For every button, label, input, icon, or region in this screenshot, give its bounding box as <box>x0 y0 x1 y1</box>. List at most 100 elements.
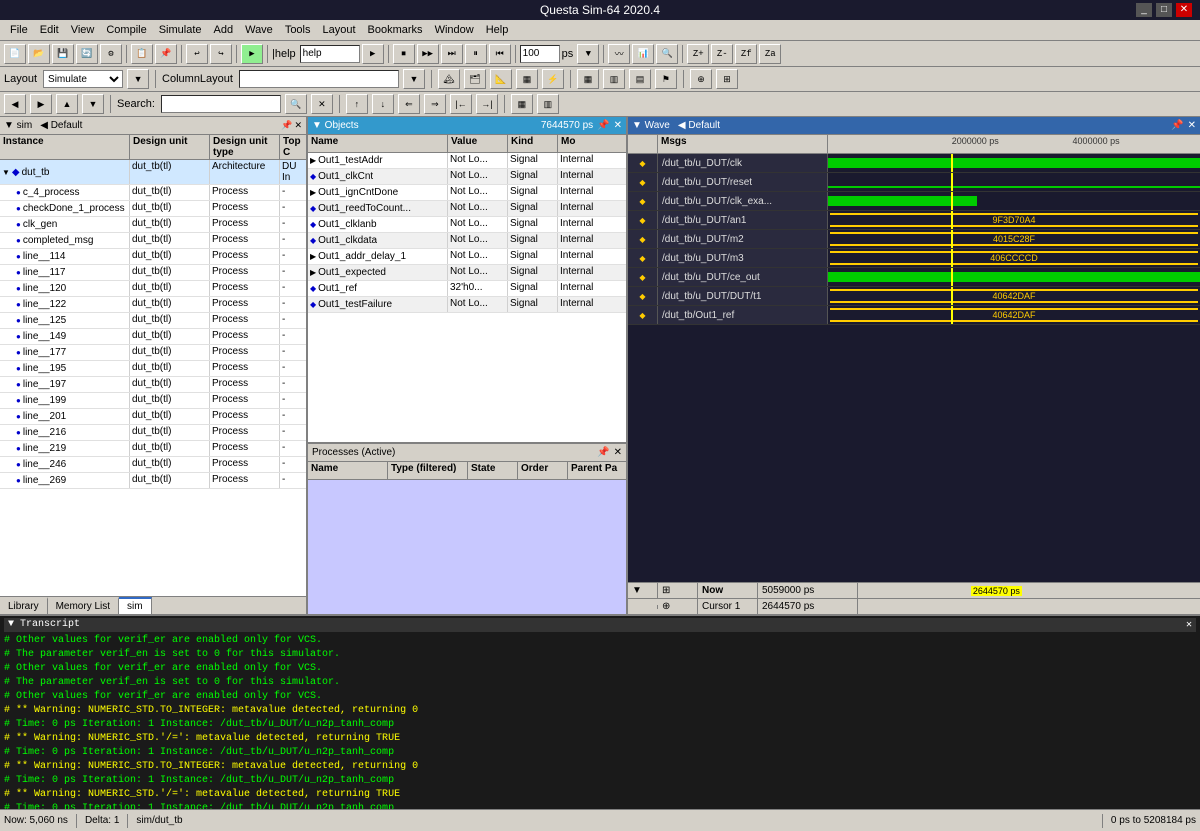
tb-save-btn[interactable]: 💾 <box>52 44 74 64</box>
objects-pin-icon[interactable]: 📌 <box>597 120 609 131</box>
search-extra2[interactable]: ▥ <box>537 94 559 114</box>
sim-row-12[interactable]: ● line__197 dut_tb(tl) Process - <box>0 377 306 393</box>
tb-redo-btn[interactable]: ↪ <box>210 44 232 64</box>
obj-row-2[interactable]: ▶ Out1_ignCntDone Not Lo... Signal Inter… <box>308 185 626 201</box>
tb-z2-btn[interactable]: Z- <box>711 44 733 64</box>
col-layout-dropdown-btn[interactable]: ▼ <box>403 69 425 89</box>
tb-new-btn[interactable]: 📄 <box>4 44 26 64</box>
sim-row-15[interactable]: ● line__216 dut_tb(tl) Process - <box>0 425 306 441</box>
search-input[interactable] <box>161 95 281 113</box>
sim-row-17[interactable]: ● line__246 dut_tb(tl) Process - <box>0 457 306 473</box>
sim-row-16[interactable]: ● line__219 dut_tb(tl) Process - <box>0 441 306 457</box>
search-down-btn[interactable]: ▼ <box>82 94 104 114</box>
layout-select[interactable]: Simulate <box>43 70 123 88</box>
tb-sim3-btn[interactable]: ⏭ <box>441 44 463 64</box>
sim-row-8[interactable]: ● line__125 dut_tb(tl) Process - <box>0 313 306 329</box>
close-button[interactable]: ✕ <box>1176 3 1192 17</box>
search-wave-btn2[interactable]: ↓ <box>372 94 394 114</box>
tb-wave2-btn[interactable]: 📊 <box>632 44 654 64</box>
sim-pin-icon[interactable]: 📌 <box>281 120 292 131</box>
layout-btn5[interactable]: ⚡ <box>542 69 564 89</box>
sim-row-5[interactable]: ● line__117 dut_tb(tl) Process - <box>0 265 306 281</box>
search-fwd-btn[interactable]: ▶ <box>30 94 52 114</box>
tb-z4-btn[interactable]: Za <box>759 44 781 64</box>
sim-row-2[interactable]: ● clk_gen dut_tb(tl) Process - <box>0 217 306 233</box>
search-wave-btn3[interactable]: ⇐ <box>398 94 420 114</box>
tb-wave1-btn[interactable]: 〰 <box>608 44 630 64</box>
tb-sim5-btn[interactable]: ⏮ <box>489 44 511 64</box>
obj-row-6[interactable]: ▶ Out1_addr_delay_1 Not Lo... Signal Int… <box>308 249 626 265</box>
wave-signal-row-1[interactable]: ◆ /dut_tb/u_DUT/reset <box>628 173 1200 192</box>
sim-close-icon[interactable]: ✕ <box>294 120 302 131</box>
search-wave-btn6[interactable]: →| <box>476 94 498 114</box>
wave-signal-row-3[interactable]: ◆ /dut_tb/u_DUT/an1 9F3D70A4 <box>628 211 1200 230</box>
wave-signal-row-2[interactable]: ◆ /dut_tb/u_DUT/clk_exa... <box>628 192 1200 211</box>
tb-z1-btn[interactable]: Z+ <box>687 44 709 64</box>
sim-row-6[interactable]: ● line__120 dut_tb(tl) Process - <box>0 281 306 297</box>
transcript-close[interactable]: ✕ <box>1186 619 1192 631</box>
search-extra1[interactable]: ▦ <box>511 94 533 114</box>
tb-compile-btn[interactable]: ⚙ <box>100 44 122 64</box>
tb-wave3-btn[interactable]: 🔍 <box>656 44 678 64</box>
tb-run-btn[interactable]: ▶ <box>241 44 263 64</box>
minimize-button[interactable]: _ <box>1136 3 1152 17</box>
sim-row-18[interactable]: ● line__269 dut_tb(tl) Process - <box>0 473 306 489</box>
tb-open-btn[interactable]: 📂 <box>28 44 50 64</box>
menu-layout[interactable]: Layout <box>317 22 362 38</box>
wave-signal-row-7[interactable]: ◆ /dut_tb/u_DUT/DUT/t1 40642DAF <box>628 287 1200 306</box>
sim-row-14[interactable]: ● line__201 dut_tb(tl) Process - <box>0 409 306 425</box>
sim-time-input[interactable] <box>520 45 560 63</box>
tb-sim4-btn[interactable]: ⏸ <box>465 44 487 64</box>
layout-wave1[interactable]: ▦ <box>577 69 599 89</box>
layout-wave3[interactable]: ▤ <box>629 69 651 89</box>
tb-sim2-btn[interactable]: ▶▶ <box>417 44 439 64</box>
obj-row-9[interactable]: ◆ Out1_testFailure Not Lo... Signal Inte… <box>308 297 626 313</box>
tb-time-btn[interactable]: ▼ <box>577 44 599 64</box>
menu-bookmarks[interactable]: Bookmarks <box>362 22 429 38</box>
menu-view[interactable]: View <box>65 22 101 38</box>
layout-wave2[interactable]: ▥ <box>603 69 625 89</box>
tb-paste-btn[interactable]: 📌 <box>155 44 177 64</box>
sim-row-7[interactable]: ● line__122 dut_tb(tl) Process - <box>0 297 306 313</box>
layout-btn4[interactable]: ▦ <box>516 69 538 89</box>
menu-add[interactable]: Add <box>208 22 240 38</box>
layout-dropdown-btn[interactable]: ▼ <box>127 69 149 89</box>
tb-z3-btn[interactable]: Zf <box>735 44 757 64</box>
sim-row-3[interactable]: ● completed_msg dut_tb(tl) Process - <box>0 233 306 249</box>
tb-help-go-btn[interactable]: ▶ <box>362 44 384 64</box>
wave-signal-row-8[interactable]: ◆ /dut_tb/Out1_ref 40642DAF <box>628 306 1200 325</box>
search-wave-btn1[interactable]: ↑ <box>346 94 368 114</box>
layout-wave4[interactable]: ⚑ <box>655 69 677 89</box>
sim-row-11[interactable]: ● line__195 dut_tb(tl) Process - <box>0 361 306 377</box>
layout-nav1[interactable]: ⊕ <box>690 69 712 89</box>
layout-btn3[interactable]: 📐 <box>490 69 512 89</box>
sim-row-13[interactable]: ● line__199 dut_tb(tl) Process - <box>0 393 306 409</box>
wave-signal-row-6[interactable]: ◆ /dut_tb/u_DUT/ce_out <box>628 268 1200 287</box>
menu-wave[interactable]: Wave <box>239 22 279 38</box>
transcript-area[interactable]: ▼ Transcript ✕ # Other values for verif_… <box>0 614 1200 809</box>
obj-row-0[interactable]: ▶ Out1_testAddr Not Lo... Signal Interna… <box>308 153 626 169</box>
layout-btn1[interactable]: 🏔 <box>438 69 460 89</box>
sim-row-1[interactable]: ● checkDone_1_process dut_tb(tl) Process… <box>0 201 306 217</box>
search-wave-btn5[interactable]: |← <box>450 94 472 114</box>
menu-edit[interactable]: Edit <box>34 22 65 38</box>
search-up-btn[interactable]: ▲ <box>56 94 78 114</box>
menu-simulate[interactable]: Simulate <box>153 22 208 38</box>
wave-pin-icon[interactable]: 📌 <box>1171 120 1183 131</box>
wave-close-icon[interactable]: ✕ <box>1188 120 1196 131</box>
window-controls[interactable]: _ □ ✕ <box>1136 3 1192 17</box>
menu-help[interactable]: Help <box>480 22 515 38</box>
obj-row-5[interactable]: ◆ Out1_clkdata Not Lo... Signal Internal <box>308 233 626 249</box>
tab-memory-list[interactable]: Memory List <box>48 597 119 614</box>
menu-tools[interactable]: Tools <box>279 22 317 38</box>
tab-library[interactable]: Library <box>0 597 48 614</box>
sim-row-4[interactable]: ● line__114 dut_tb(tl) Process - <box>0 249 306 265</box>
obj-row-3[interactable]: ◆ Out1_reedToCount... Not Lo... Signal I… <box>308 201 626 217</box>
menu-window[interactable]: Window <box>429 22 480 38</box>
obj-row-4[interactable]: ◆ Out1_clklanb Not Lo... Signal Internal <box>308 217 626 233</box>
wave-signal-row-4[interactable]: ◆ /dut_tb/u_DUT/m2 4015C28F <box>628 230 1200 249</box>
tb-refresh-btn[interactable]: 🔄 <box>76 44 98 64</box>
search-wave-btn4[interactable]: ⇒ <box>424 94 446 114</box>
sim-row-9[interactable]: ● line__149 dut_tb(tl) Process - <box>0 329 306 345</box>
obj-row-8[interactable]: ◆ Out1_ref 32'h0... Signal Internal <box>308 281 626 297</box>
